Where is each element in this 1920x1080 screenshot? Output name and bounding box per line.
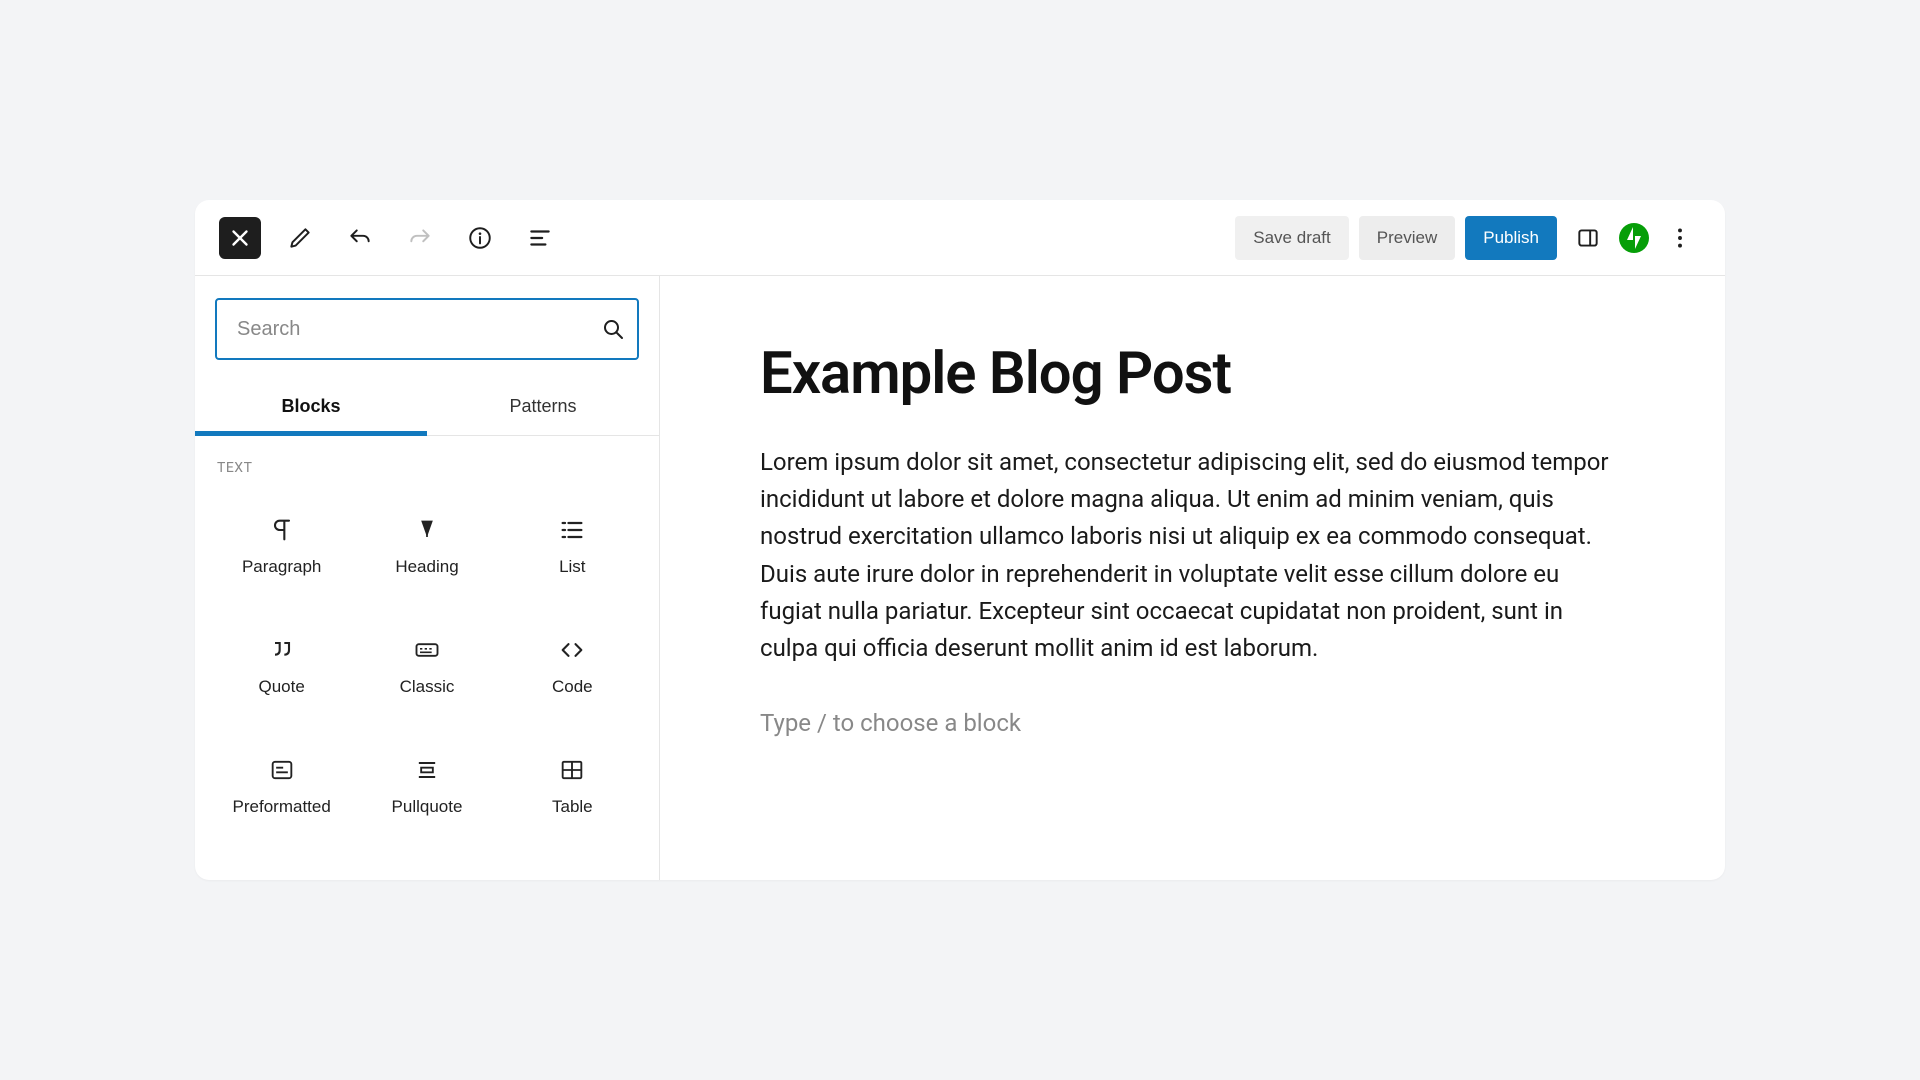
block-label: Paragraph bbox=[242, 557, 321, 577]
undo-icon bbox=[347, 225, 373, 251]
block-label: Heading bbox=[395, 557, 458, 577]
editor-window: Save draft Preview Publish Blocks bbox=[195, 200, 1725, 880]
kebab-icon bbox=[1667, 225, 1693, 251]
tab-blocks[interactable]: Blocks bbox=[195, 378, 427, 435]
block-label: Pullquote bbox=[392, 797, 463, 817]
block-heading[interactable]: Heading bbox=[354, 486, 499, 606]
toolbar-left-group bbox=[219, 217, 561, 259]
post-body-paragraph[interactable]: Lorem ipsum dolor sit amet, consectetur … bbox=[760, 444, 1625, 667]
editor-canvas[interactable]: Example Blog Post Lorem ipsum dolor sit … bbox=[660, 276, 1725, 880]
toolbar-right-group: Save draft Preview Publish bbox=[1235, 216, 1701, 260]
pencil-icon bbox=[287, 225, 313, 251]
block-label: Code bbox=[552, 677, 593, 697]
search-button[interactable] bbox=[601, 317, 625, 341]
quote-icon bbox=[267, 635, 297, 665]
save-draft-button[interactable]: Save draft bbox=[1235, 216, 1349, 260]
paragraph-icon bbox=[267, 515, 297, 545]
close-icon bbox=[227, 225, 253, 251]
block-label: Table bbox=[552, 797, 593, 817]
document-outline-button[interactable] bbox=[519, 217, 561, 259]
block-label: Preformatted bbox=[233, 797, 331, 817]
block-code[interactable]: Code bbox=[500, 606, 645, 726]
redo-button[interactable] bbox=[399, 217, 441, 259]
undo-button[interactable] bbox=[339, 217, 381, 259]
outline-icon bbox=[527, 225, 553, 251]
table-icon bbox=[557, 755, 587, 785]
publish-button[interactable]: Publish bbox=[1465, 216, 1557, 260]
post-title[interactable]: Example Blog Post bbox=[760, 340, 1625, 408]
inserter-section-title: TEXT bbox=[195, 436, 659, 486]
preview-button[interactable]: Preview bbox=[1359, 216, 1455, 260]
block-inserter-panel: Blocks Patterns TEXT Paragraph Heading bbox=[195, 276, 660, 880]
block-list[interactable]: List bbox=[500, 486, 645, 606]
block-label: List bbox=[559, 557, 585, 577]
redo-icon bbox=[407, 225, 433, 251]
sidebar-icon bbox=[1575, 225, 1601, 251]
info-icon bbox=[467, 225, 493, 251]
heading-icon bbox=[412, 515, 442, 545]
editor-body: Blocks Patterns TEXT Paragraph Heading bbox=[195, 276, 1725, 880]
more-options-button[interactable] bbox=[1659, 217, 1701, 259]
list-icon bbox=[557, 515, 587, 545]
inserter-tabs: Blocks Patterns bbox=[195, 378, 659, 436]
top-toolbar: Save draft Preview Publish bbox=[195, 200, 1725, 276]
block-label: Classic bbox=[400, 677, 455, 697]
search-input[interactable] bbox=[215, 298, 639, 360]
search-icon bbox=[601, 317, 625, 341]
document-info-button[interactable] bbox=[459, 217, 501, 259]
tab-patterns[interactable]: Patterns bbox=[427, 378, 659, 435]
block-classic[interactable]: Classic bbox=[354, 606, 499, 726]
settings-panel-toggle[interactable] bbox=[1567, 217, 1609, 259]
inserter-search bbox=[215, 298, 639, 360]
block-label: Quote bbox=[259, 677, 305, 697]
block-quote[interactable]: Quote bbox=[209, 606, 354, 726]
pullquote-icon bbox=[412, 755, 442, 785]
block-grid: Paragraph Heading List bbox=[195, 486, 659, 846]
block-paragraph[interactable]: Paragraph bbox=[209, 486, 354, 606]
tools-button[interactable] bbox=[279, 217, 321, 259]
block-appender-placeholder[interactable]: Type / to choose a block bbox=[760, 709, 1625, 737]
jetpack-icon[interactable] bbox=[1619, 223, 1649, 253]
block-pullquote[interactable]: Pullquote bbox=[354, 726, 499, 846]
block-preformatted[interactable]: Preformatted bbox=[209, 726, 354, 846]
close-inserter-button[interactable] bbox=[219, 217, 261, 259]
code-icon bbox=[557, 635, 587, 665]
classic-icon bbox=[412, 635, 442, 665]
preformatted-icon bbox=[267, 755, 297, 785]
block-table[interactable]: Table bbox=[500, 726, 645, 846]
